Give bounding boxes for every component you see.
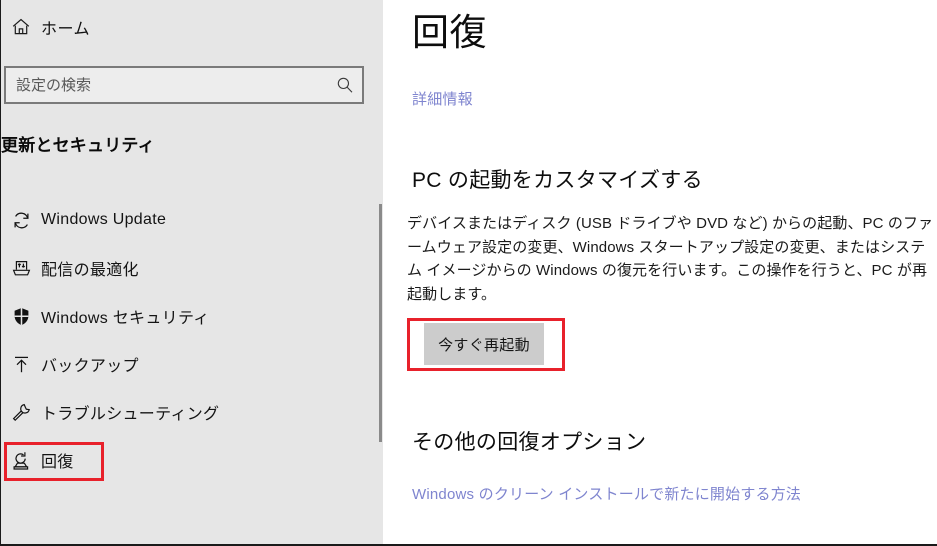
sidebar: ホーム 更新とセキュリティ: [1, 0, 383, 544]
sidebar-item-troubleshoot[interactable]: トラブルシューティング: [1, 388, 383, 436]
sidebar-item-backup[interactable]: バックアップ: [1, 340, 383, 388]
clean-install-link[interactable]: Windows のクリーン インストールで新たに開始する方法: [412, 483, 801, 504]
recovery-icon: [1, 450, 41, 471]
sidebar-item-label: Windows Update: [41, 211, 167, 228]
sidebar-home-label: ホーム: [41, 21, 91, 38]
sidebar-nav: Windows Update 配信の最適化 Windows セキュリティ バック…: [1, 196, 383, 484]
shield-icon: [1, 306, 41, 327]
settings-window: ホーム 更新とセキュリティ: [0, 0, 937, 546]
sidebar-item-label: バックアップ: [41, 358, 139, 375]
sidebar-item-windows-update[interactable]: Windows Update: [1, 196, 383, 244]
sidebar-category-heading: 更新とセキュリティ: [1, 136, 155, 155]
sidebar-item-label: Windows セキュリティ: [41, 310, 210, 327]
more-info-link[interactable]: 詳細情報: [412, 88, 473, 109]
search-icon[interactable]: [328, 76, 362, 94]
sidebar-item-label: 回復: [41, 454, 74, 471]
restart-now-button[interactable]: 今すぐ再起動: [424, 323, 544, 365]
home-icon: [1, 17, 41, 37]
page-title: 回復: [412, 12, 487, 53]
content-pane: 回復 詳細情報 PC の起動をカスタマイズする デバイスまたはディスク (USB…: [384, 0, 937, 544]
delivery-icon: [1, 258, 41, 279]
sidebar-item-recovery[interactable]: 回復: [1, 436, 383, 484]
sidebar-item-windows-security[interactable]: Windows セキュリティ: [1, 292, 383, 340]
sidebar-item-delivery-optimization[interactable]: 配信の最適化: [1, 244, 383, 292]
other-options-heading: その他の回復オプション: [412, 431, 647, 454]
custom-startup-heading: PC の起動をカスタマイズする: [412, 169, 703, 192]
search-input[interactable]: [6, 76, 328, 94]
sidebar-item-label: 配信の最適化: [41, 262, 139, 279]
wrench-icon: [1, 402, 41, 423]
sidebar-scrollbar-thumb[interactable]: [379, 204, 382, 442]
sync-icon: [1, 210, 41, 231]
sidebar-item-home[interactable]: ホーム: [1, 10, 383, 44]
upload-arrow-icon: [1, 354, 41, 375]
custom-startup-description: デバイスまたはディスク (USB ドライブや DVD など) からの起動、PC …: [407, 215, 934, 303]
sidebar-item-label: トラブルシューティング: [41, 406, 220, 423]
search-box[interactable]: [4, 66, 364, 104]
